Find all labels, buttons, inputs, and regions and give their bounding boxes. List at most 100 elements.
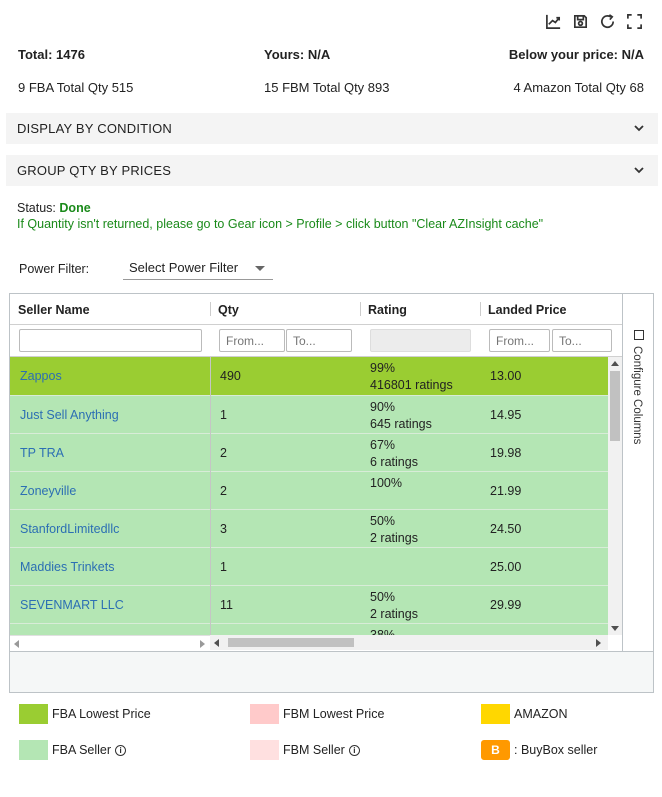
configure-columns-tab[interactable]: Configure Columns (622, 294, 653, 651)
top-toolbar (544, 12, 644, 31)
legend-label: FBM Lowest Price (283, 707, 385, 721)
legend-label: : BuyBox seller (514, 743, 598, 757)
scroll-down-icon[interactable] (611, 626, 619, 631)
power-filter-select[interactable]: Select Power Filter (123, 256, 273, 280)
qty-cell: 2 (220, 446, 227, 460)
qty-to-input[interactable] (286, 329, 352, 352)
scroll-left-icon[interactable] (14, 640, 19, 648)
legend-fbm-seller: FBM Seller i (250, 740, 360, 760)
group-qty-by-prices-accordion[interactable]: GROUP QTY BY PRICES (6, 155, 658, 186)
table-row[interactable]: StanfordLimitedllc 3 50% 2 ratings 24.50 (10, 509, 608, 547)
rating-cell: 67% 6 ratings (360, 434, 480, 472)
seller-name-link[interactable]: Zappos (10, 357, 210, 395)
header-landed-price[interactable]: Landed Price (480, 294, 622, 325)
power-filter-label: Power Filter: (19, 262, 90, 276)
qty-cell: 1 (220, 408, 227, 422)
legend-swatch (250, 740, 279, 760)
legend-swatch (250, 704, 279, 724)
table-row[interactable]: Zappos 490 99% 416801 ratings 13.00 (10, 357, 608, 395)
landed-price-cell: 24.50 (490, 522, 522, 536)
scroll-right-icon[interactable] (200, 640, 205, 648)
rating-cell: 99% 416801 ratings (360, 357, 480, 395)
cache-note: If Quantity isn't returned, please go to… (17, 217, 544, 231)
column-separator[interactable] (360, 302, 361, 316)
columns-icon (634, 330, 644, 340)
power-filter-value: Select Power Filter (129, 260, 239, 275)
filter-row (10, 325, 622, 357)
sellers-grid: Seller Name Qty Rating Landed Price Zapp… (9, 293, 654, 693)
seller-name-link[interactable]: StanfordLimitedllc (10, 510, 210, 548)
header-seller-name[interactable]: Seller Name (10, 294, 210, 325)
seller-name-link[interactable]: TP TRA (10, 434, 210, 472)
column-separator[interactable] (210, 302, 211, 316)
info-icon[interactable]: i (115, 744, 127, 756)
rating-count: 645 ratings (370, 417, 432, 431)
scroll-left-icon[interactable] (214, 639, 219, 647)
landed-price-cell: 21.99 (490, 484, 522, 498)
configure-columns-label: Configure Columns (631, 346, 643, 445)
seller-filter-input[interactable] (19, 329, 202, 352)
pinned-horizontal-scrollbar[interactable] (10, 635, 210, 650)
fullscreen-icon[interactable] (625, 12, 644, 31)
info-icon[interactable]: i (348, 744, 360, 756)
price-from-input[interactable] (489, 329, 550, 352)
landed-price-cell: 19.98 (490, 446, 522, 460)
rating-percent: 90% (370, 400, 396, 414)
save-icon[interactable] (571, 12, 590, 31)
table-row[interactable]: Just Sell Anything 1 90% 645 ratings 14.95 (10, 395, 608, 433)
landed-price-cell: 13.00 (490, 369, 522, 383)
legend-label: FBA Lowest Price (52, 707, 151, 721)
rating-percent: 50% (370, 514, 396, 528)
landed-price-cell: 29.99 (490, 598, 522, 612)
status-line: Status: Done (17, 201, 91, 215)
qty-cell: 490 (220, 369, 241, 383)
rating-percent: 38% (370, 628, 396, 635)
seller-name-link[interactable]: Maddies Trinkets (10, 548, 210, 586)
vertical-scrollbar[interactable] (608, 357, 622, 635)
seller-name-link[interactable]: Zoneyville (10, 472, 210, 510)
qty-from-input[interactable] (219, 329, 285, 352)
rating-cell: 38% (360, 624, 480, 635)
header-rating[interactable]: Rating (360, 294, 480, 325)
scroll-thumb[interactable] (228, 638, 354, 647)
qty-cell: 3 (220, 522, 227, 536)
rating-filter-input (370, 329, 471, 352)
scroll-thumb[interactable] (610, 371, 620, 441)
accordion-title: DISPLAY BY CONDITION (17, 121, 172, 136)
chart-icon[interactable] (544, 12, 563, 31)
rating-count: 6 ratings (370, 455, 418, 469)
horizontal-scrollbar[interactable] (210, 635, 608, 650)
scroll-right-icon[interactable] (596, 639, 601, 647)
seller-name-link[interactable]: 3L & 2A Family (10, 624, 210, 635)
price-to-input[interactable] (552, 329, 612, 352)
qty-cell: 1 (210, 624, 360, 635)
legend-buybox: B : BuyBox seller (481, 740, 597, 760)
caret-down-icon (255, 266, 265, 271)
qty-cell: 11 (220, 598, 233, 612)
table-row[interactable]: TP TRA 2 67% 6 ratings 19.98 (10, 433, 608, 471)
table-row[interactable]: SEVENMART LLC 11 50% 2 ratings 29.99 (10, 585, 608, 623)
fba-qty-text: 9 FBA Total Qty 515 (18, 80, 134, 95)
grid-body: Zappos 490 99% 416801 ratings 13.00 Just Sell… (10, 357, 608, 635)
scroll-up-icon[interactable] (611, 361, 619, 366)
buybox-badge: B (481, 740, 510, 760)
column-separator[interactable] (480, 302, 481, 316)
rating-cell: 100% (360, 472, 480, 510)
table-row[interactable]: Maddies Trinkets 1 25.00 (10, 547, 608, 585)
header-qty[interactable]: Qty (210, 294, 360, 325)
legend-amazon: AMAZON (481, 704, 567, 724)
legend-fba-lowest: FBA Lowest Price (19, 704, 151, 724)
legend-label: AMAZON (514, 707, 568, 721)
accordion-title: GROUP QTY BY PRICES (17, 163, 172, 178)
table-row[interactable]: Zoneyville 2 100% 21.99 (10, 471, 608, 509)
display-by-condition-accordion[interactable]: DISPLAY BY CONDITION (6, 113, 658, 144)
grid-footer (10, 651, 653, 692)
seller-name-link[interactable]: Just Sell Anything (10, 396, 210, 434)
refresh-icon[interactable] (598, 12, 617, 31)
seller-name-link[interactable]: SEVENMART LLC (10, 586, 210, 624)
below-price-text: Below your price: N/A (508, 47, 644, 62)
rating-cell: 90% 645 ratings (360, 396, 480, 434)
landed-price-cell: 25.00 (490, 560, 522, 574)
table-row[interactable]: 3L & 2A Family1 38% 30.00 (10, 623, 608, 635)
rating-percent: 50% (370, 590, 396, 604)
